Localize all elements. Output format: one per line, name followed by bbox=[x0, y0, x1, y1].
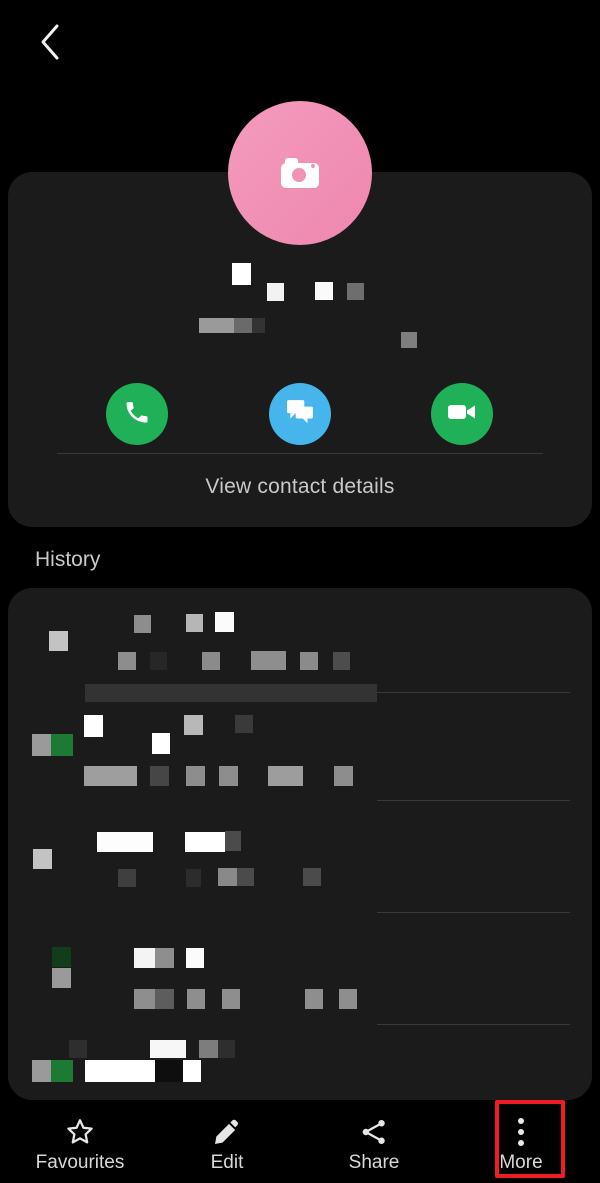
redaction-block bbox=[303, 868, 321, 886]
message-button[interactable] bbox=[269, 383, 331, 445]
card-divider bbox=[57, 453, 543, 454]
share-icon bbox=[359, 1115, 389, 1149]
list-divider bbox=[377, 1024, 570, 1025]
redaction-block bbox=[84, 766, 137, 786]
call-button[interactable] bbox=[106, 383, 168, 445]
redaction-block bbox=[118, 869, 136, 887]
redaction-block bbox=[52, 968, 71, 988]
redaction-block bbox=[97, 832, 153, 852]
contact-detail-screen: View contact details History Favourites bbox=[0, 0, 600, 1183]
redaction-block bbox=[202, 652, 220, 670]
redaction-block bbox=[333, 652, 350, 670]
redaction-block bbox=[85, 1060, 155, 1082]
redaction-block bbox=[234, 318, 252, 333]
redaction-block bbox=[184, 715, 203, 735]
redaction-block bbox=[218, 868, 237, 886]
redaction-block bbox=[334, 766, 353, 786]
history-list bbox=[8, 588, 592, 1100]
redaction-block bbox=[33, 849, 52, 869]
redaction-block bbox=[305, 989, 323, 1009]
redaction-block bbox=[235, 715, 253, 733]
video-icon bbox=[447, 401, 477, 428]
redaction-block bbox=[347, 283, 364, 300]
redaction-block bbox=[267, 283, 284, 301]
redaction-block bbox=[51, 1060, 73, 1082]
redaction-block bbox=[134, 615, 151, 633]
message-icon bbox=[286, 399, 314, 430]
redaction-block bbox=[187, 989, 205, 1009]
redaction-block bbox=[339, 989, 357, 1009]
bottom-nav-share[interactable]: Share bbox=[299, 1104, 449, 1183]
bottom-nav-label: Share bbox=[348, 1152, 400, 1173]
bottom-nav-edit[interactable]: Edit bbox=[152, 1104, 302, 1183]
top-app-bar bbox=[0, 0, 600, 84]
bottom-nav-label: Favourites bbox=[35, 1152, 125, 1173]
redaction-block bbox=[300, 652, 318, 670]
phone-icon bbox=[123, 398, 151, 431]
avatar[interactable] bbox=[228, 101, 372, 245]
redaction-block bbox=[186, 869, 201, 887]
chevron-left-icon bbox=[37, 22, 63, 62]
redaction-block bbox=[150, 652, 167, 670]
redaction-block bbox=[185, 832, 225, 852]
redaction-block bbox=[252, 318, 265, 333]
redaction-block bbox=[186, 948, 204, 968]
back-button[interactable] bbox=[22, 14, 78, 70]
list-divider bbox=[377, 692, 570, 693]
bottom-nav-more[interactable]: More bbox=[446, 1104, 596, 1183]
redaction-block bbox=[218, 1040, 235, 1058]
redaction-block bbox=[186, 766, 205, 786]
star-icon bbox=[64, 1115, 96, 1149]
redaction-block bbox=[155, 948, 174, 968]
camera-icon bbox=[281, 158, 319, 188]
redaction-block bbox=[118, 652, 136, 670]
redaction-block bbox=[150, 766, 169, 786]
video-call-button[interactable] bbox=[431, 383, 493, 445]
pencil-icon bbox=[212, 1115, 242, 1149]
redaction-block bbox=[155, 989, 174, 1009]
redaction-block bbox=[186, 614, 203, 632]
redaction-block bbox=[51, 734, 73, 756]
redaction-block bbox=[85, 684, 377, 702]
history-section-label: History bbox=[35, 548, 101, 571]
redaction-block bbox=[199, 318, 234, 333]
redaction-block bbox=[219, 766, 238, 786]
bottom-navigation-bar: Favourites Edit Share More bbox=[0, 1104, 600, 1183]
redaction-block bbox=[251, 651, 286, 670]
redaction-block bbox=[315, 282, 333, 300]
list-divider bbox=[377, 800, 570, 801]
bottom-nav-favourites[interactable]: Favourites bbox=[5, 1104, 155, 1183]
redaction-block bbox=[215, 612, 234, 632]
redaction-block bbox=[401, 332, 417, 348]
redaction-block bbox=[69, 1040, 87, 1058]
bottom-nav-label: Edit bbox=[210, 1152, 244, 1173]
redaction-block bbox=[84, 715, 103, 737]
redaction-block bbox=[225, 831, 241, 851]
redaction-block bbox=[183, 1060, 201, 1082]
redaction-block bbox=[134, 989, 155, 1009]
bottom-nav-label: More bbox=[499, 1152, 543, 1173]
redaction-block bbox=[49, 631, 68, 651]
redaction-block bbox=[32, 734, 51, 756]
list-divider bbox=[377, 912, 570, 913]
redaction-block bbox=[268, 766, 303, 786]
redaction-block bbox=[199, 1040, 218, 1058]
redaction-block bbox=[134, 948, 155, 968]
redaction-block bbox=[32, 1060, 51, 1082]
view-contact-details-link[interactable]: View contact details bbox=[8, 475, 592, 499]
redaction-block bbox=[237, 868, 254, 886]
redaction-block bbox=[52, 947, 71, 967]
contact-actions bbox=[8, 383, 592, 445]
redaction-block bbox=[232, 263, 251, 285]
redaction-block bbox=[150, 1040, 186, 1058]
three-dots-vertical-icon bbox=[518, 1115, 524, 1149]
redaction-block bbox=[222, 989, 240, 1009]
redaction-block bbox=[152, 733, 170, 754]
redaction-block bbox=[155, 1060, 183, 1082]
